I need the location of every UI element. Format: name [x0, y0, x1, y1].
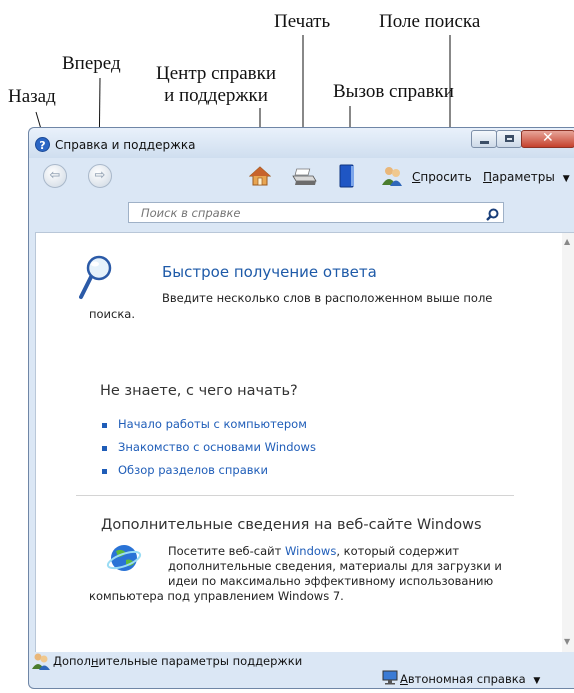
back-arrow-icon: ⇦	[49, 168, 61, 183]
maximize-icon	[505, 135, 514, 142]
title-bar[interactable]: ? Справка и поддержка ✕	[29, 128, 574, 158]
scroll-down-icon[interactable]: ▼	[564, 637, 570, 646]
close-button[interactable]: ✕	[521, 130, 574, 148]
callout-print: Печать	[274, 11, 331, 32]
home-icon	[248, 166, 272, 186]
link-browse-help[interactable]: Обзор разделов справки	[118, 463, 268, 477]
quick-answer-desc-line2: поиска.	[89, 307, 135, 321]
chevron-down-icon: ▼	[562, 174, 570, 184]
quick-answer-title: Быстрое получение ответа	[162, 263, 377, 281]
forward-button[interactable]: ⇨	[88, 164, 112, 188]
getting-started-title: Не знаете, с чего начать?	[100, 383, 298, 399]
windows-website-link[interactable]: Windows	[285, 544, 336, 558]
offline-underlined: А	[400, 672, 408, 686]
home-button[interactable]	[248, 166, 272, 190]
bullet	[102, 469, 107, 474]
web-info-line1-pre: Посетите веб-сайт	[168, 544, 285, 558]
minimize-icon	[480, 141, 489, 144]
support-people-icon	[32, 653, 50, 670]
callout-help-center-line2: и поддержки	[164, 85, 268, 106]
people-icon	[382, 167, 402, 186]
options-post: араметры	[492, 170, 555, 184]
toolbar: ⇦ ⇨ Спросить Параметры ▼	[29, 158, 574, 191]
minimize-button[interactable]	[471, 130, 497, 148]
offline-help-menu[interactable]: Автономная справка ▼	[400, 672, 540, 686]
bullet	[102, 423, 107, 428]
maximize-button[interactable]	[496, 130, 522, 148]
ask-post: просить	[420, 170, 472, 184]
call-help-button[interactable]	[339, 164, 355, 192]
web-info-line2: дополнительные сведения, материалы для з…	[168, 559, 502, 573]
forward-arrow-icon: ⇨	[94, 168, 106, 183]
search-input[interactable]	[129, 203, 469, 222]
options-underlined: П	[483, 170, 493, 184]
back-button[interactable]: ⇦	[43, 164, 67, 188]
support-post: ительные параметры поддержки	[98, 654, 303, 668]
help-window: ? Справка и поддержка ✕ ⇦ ⇨ Спросить Пар…	[28, 127, 574, 689]
support-pre: Допол	[53, 654, 91, 668]
callout-help-center: Центр справки и поддержки	[156, 63, 276, 107]
help-book-icon	[339, 164, 354, 188]
printer-icon	[292, 168, 317, 185]
web-info-line1: Посетите веб-сайт Windows, который содер…	[168, 544, 459, 559]
callout-help-center-line1: Центр справки	[156, 63, 277, 84]
web-info-title: Дополнительные сведения на веб-сайте Win…	[101, 517, 482, 533]
search-icon	[486, 208, 499, 221]
link-windows-basics[interactable]: Знакомство с основами Windows	[118, 440, 316, 454]
callout-search-field: Поле поиска	[379, 11, 481, 32]
web-info-line1-post: , который содержит	[336, 544, 460, 558]
vertical-scrollbar[interactable]: ▲ ▼	[562, 233, 574, 652]
help-app-icon: ?	[35, 137, 50, 152]
help-content: ▲ ▼ Быстрое получение ответа Введите нес…	[35, 232, 574, 652]
support-options-link[interactable]: Дополнительные параметры поддержки	[53, 654, 302, 668]
status-bar: Дополнительные параметры поддержки Автон…	[29, 652, 574, 688]
callout-back: Назад	[8, 86, 56, 107]
link-getting-started[interactable]: Начало работы с компьютером	[118, 417, 307, 431]
globe-icon	[106, 545, 142, 571]
search-box	[128, 202, 504, 223]
search-button[interactable]	[486, 206, 499, 225]
section-divider	[76, 495, 514, 496]
window-title: Справка и поддержка	[55, 138, 196, 152]
monitor-icon	[382, 670, 398, 685]
ask-icon-button[interactable]	[381, 165, 403, 191]
options-menu[interactable]: Параметры ▼	[483, 170, 570, 184]
callout-call-help: Вызов справки	[333, 81, 454, 102]
offline-post: втономная справка	[407, 672, 526, 686]
callout-forward: Вперед	[62, 53, 121, 74]
quick-answer-desc-line1: Введите несколько слов в расположенном в…	[162, 291, 493, 305]
print-button[interactable]	[291, 168, 317, 190]
scroll-up-icon[interactable]: ▲	[564, 237, 570, 246]
chevron-down-icon: ▼	[533, 676, 541, 686]
bullet	[102, 446, 107, 451]
close-icon: ✕	[542, 130, 554, 146]
ask-link[interactable]: Спросить	[412, 170, 472, 184]
web-info-line4: компьютера под управлением Windows 7.	[89, 589, 344, 603]
magnifier-icon	[79, 255, 112, 299]
web-info-line3: идеи по максимально эффективному использ…	[168, 574, 494, 588]
